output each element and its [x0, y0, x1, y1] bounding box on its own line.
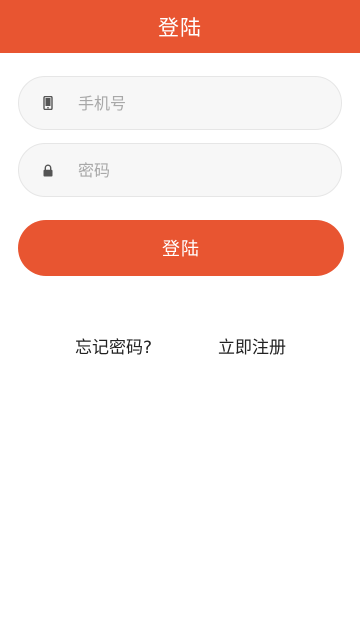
phone-input[interactable] [78, 77, 341, 129]
login-screen: 登陆 登陆 忘记密码? 立即注册 [0, 0, 360, 640]
lock-icon [40, 162, 56, 178]
app-header: 登陆 [0, 0, 360, 53]
phone-field[interactable] [18, 76, 342, 130]
login-button[interactable]: 登陆 [18, 220, 344, 276]
password-field[interactable] [18, 143, 342, 197]
forgot-password-link[interactable]: 忘记密码? [75, 333, 152, 358]
page-title: 登陆 [158, 15, 202, 40]
password-input[interactable] [78, 144, 341, 196]
phone-icon [40, 95, 56, 111]
register-link[interactable]: 立即注册 [218, 333, 286, 358]
